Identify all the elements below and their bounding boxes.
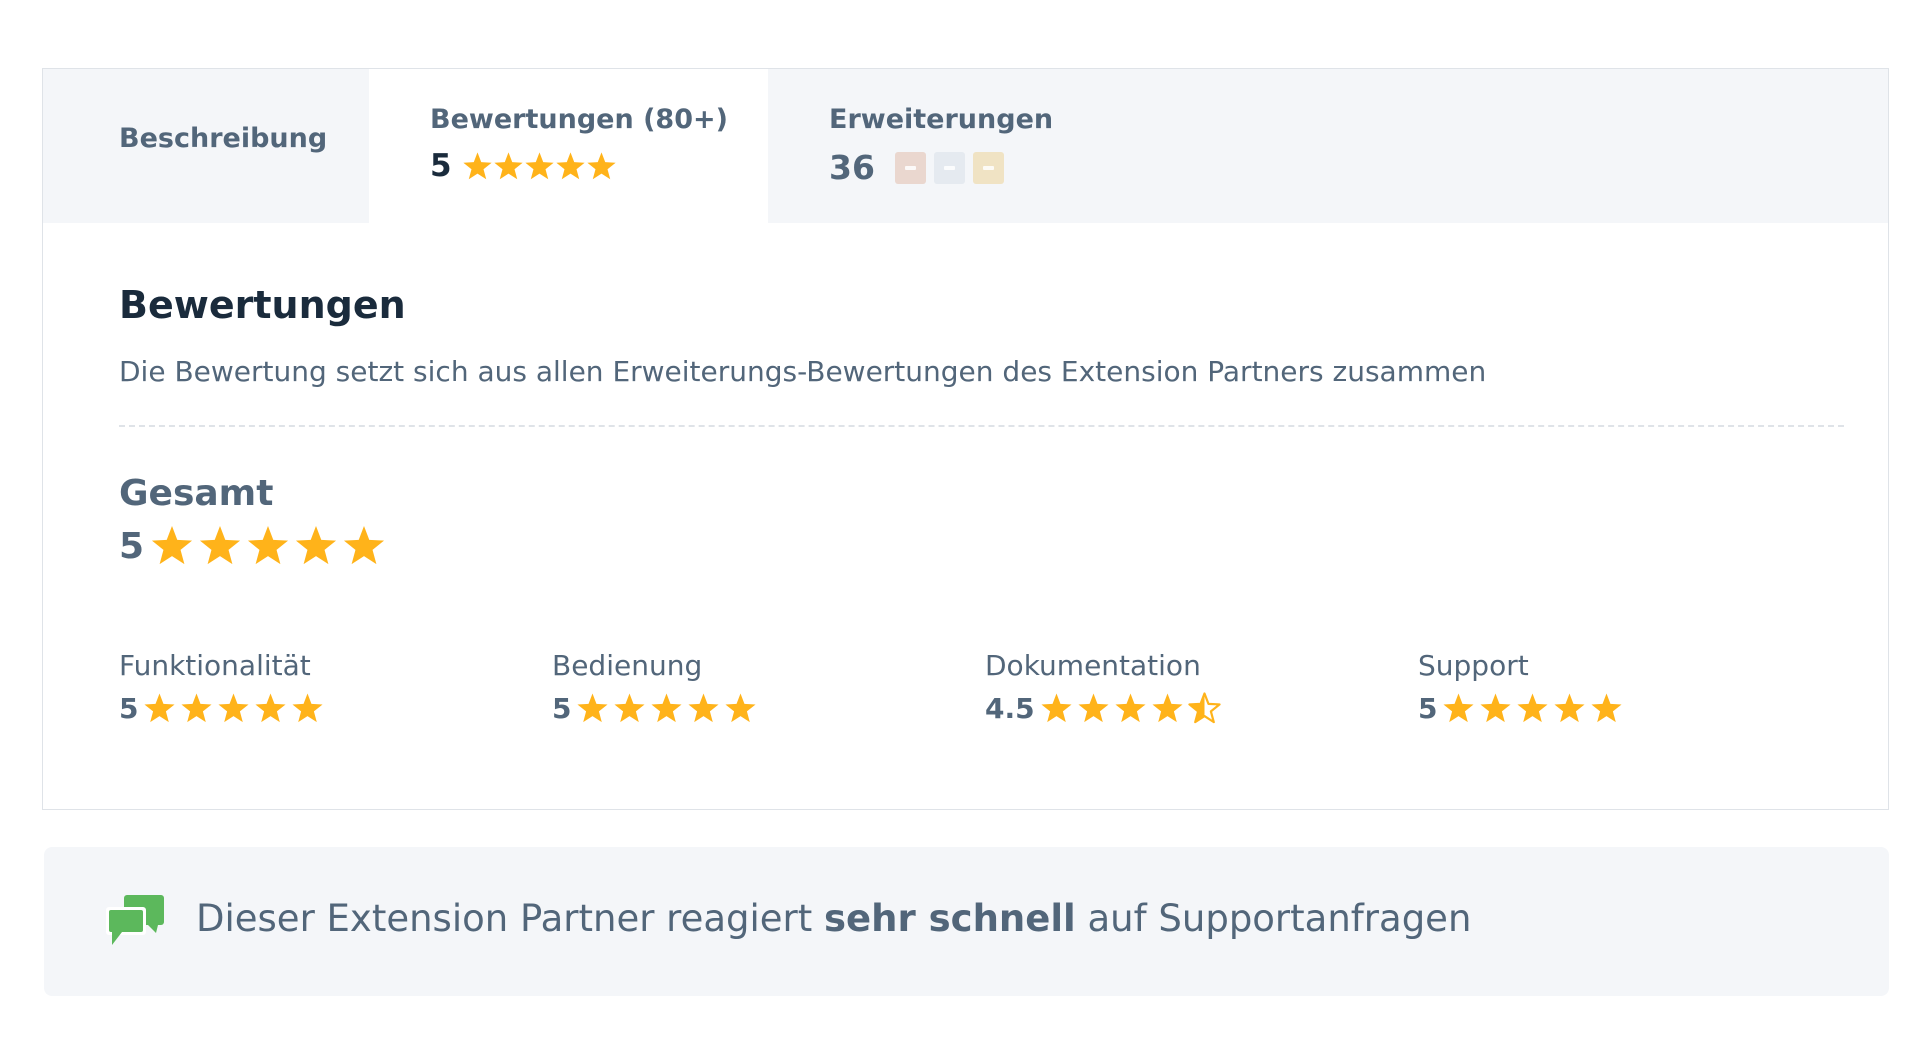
star-icon bbox=[586, 151, 616, 179]
star-icon bbox=[555, 151, 585, 179]
category-label: Funktionalität bbox=[119, 649, 311, 682]
tab-extensions[interactable]: Erweiterungen 36 bbox=[768, 69, 1168, 223]
support-text-start: Dieser Extension Partner reagiert bbox=[196, 897, 825, 940]
category-support: Support 5 bbox=[1418, 649, 1838, 725]
category-usability: Bedienung 5 bbox=[552, 649, 972, 725]
star-icon bbox=[152, 526, 193, 565]
tab-description[interactable]: Beschreibung bbox=[43, 69, 369, 223]
overall-rating-value: 5 bbox=[119, 525, 145, 567]
category-functionality: Funktionalität 5 bbox=[119, 649, 539, 725]
star-icon bbox=[255, 693, 287, 723]
category-rating: 4.5 bbox=[985, 692, 1035, 725]
star-rating bbox=[150, 524, 390, 568]
tab-extensions-label: Erweiterungen bbox=[829, 104, 1054, 135]
star-icon bbox=[725, 693, 757, 723]
star-icon bbox=[651, 693, 683, 723]
star-icon bbox=[1591, 693, 1623, 723]
star-icon bbox=[1078, 693, 1109, 723]
star-icon bbox=[1480, 693, 1512, 723]
star-rating bbox=[576, 692, 761, 725]
category-rating: 5 bbox=[552, 692, 572, 725]
tab-bar: Beschreibung Bewertungen (80+) 5 Erweite… bbox=[43, 69, 1888, 224]
tab-description-label: Beschreibung bbox=[119, 123, 328, 154]
star-icon bbox=[1115, 693, 1146, 723]
star-rating bbox=[1442, 692, 1627, 725]
star-icon bbox=[493, 151, 523, 179]
support-text-emphasis: sehr schnell bbox=[824, 897, 1076, 940]
star-icon bbox=[1554, 693, 1586, 723]
tab-reviews-label: Bewertungen (80+) bbox=[430, 104, 728, 135]
tab-reviews[interactable]: Bewertungen (80+) 5 bbox=[369, 69, 768, 224]
reviews-heading: Bewertungen bbox=[119, 283, 406, 327]
star-icon bbox=[577, 693, 609, 723]
star-rating bbox=[143, 692, 328, 725]
star-icon bbox=[1152, 693, 1183, 723]
tab-reviews-rating: 5 bbox=[430, 148, 452, 184]
star-icon bbox=[1041, 693, 1072, 723]
star-icon bbox=[292, 693, 324, 723]
star-icon bbox=[248, 526, 289, 565]
support-text: Dieser Extension Partner reagiert sehr s… bbox=[196, 897, 1471, 940]
support-notice: Dieser Extension Partner reagiert sehr s… bbox=[44, 847, 1889, 996]
star-icon bbox=[614, 693, 646, 723]
overall-label: Gesamt bbox=[119, 473, 274, 514]
category-documentation: Dokumentation 4.5 bbox=[985, 649, 1405, 725]
star-icon bbox=[1443, 693, 1475, 723]
gold-badge-icon bbox=[972, 151, 1004, 184]
category-rating: 5 bbox=[1418, 692, 1438, 725]
star-icon bbox=[462, 151, 492, 179]
category-label: Bedienung bbox=[552, 649, 703, 682]
bronze-badge-icon bbox=[894, 151, 926, 184]
support-text-end: auf Supportanfragen bbox=[1075, 897, 1472, 940]
star-icon bbox=[1187, 692, 1221, 724]
reviews-description: Die Bewertung setzt sich aus allen Erwei… bbox=[119, 355, 1487, 388]
chat-bubbles-icon bbox=[104, 893, 166, 953]
star-rating bbox=[462, 151, 617, 182]
category-label: Dokumentation bbox=[985, 649, 1201, 682]
reviews-panel: Beschreibung Bewertungen (80+) 5 Erweite… bbox=[42, 68, 1889, 810]
star-icon bbox=[144, 693, 176, 723]
star-rating bbox=[1040, 692, 1225, 725]
tab-extensions-count: 36 bbox=[829, 148, 875, 187]
category-rating: 5 bbox=[119, 692, 139, 725]
star-icon bbox=[200, 526, 241, 565]
divider bbox=[119, 425, 1844, 427]
silver-badge-icon bbox=[933, 151, 965, 184]
category-label: Support bbox=[1418, 649, 1529, 682]
overall-rating: 5 bbox=[119, 524, 390, 568]
star-icon bbox=[296, 526, 337, 565]
star-icon bbox=[344, 526, 385, 565]
star-icon bbox=[688, 693, 720, 723]
star-icon bbox=[181, 693, 213, 723]
star-icon bbox=[524, 151, 554, 179]
star-icon bbox=[1517, 693, 1549, 723]
star-icon bbox=[218, 693, 250, 723]
